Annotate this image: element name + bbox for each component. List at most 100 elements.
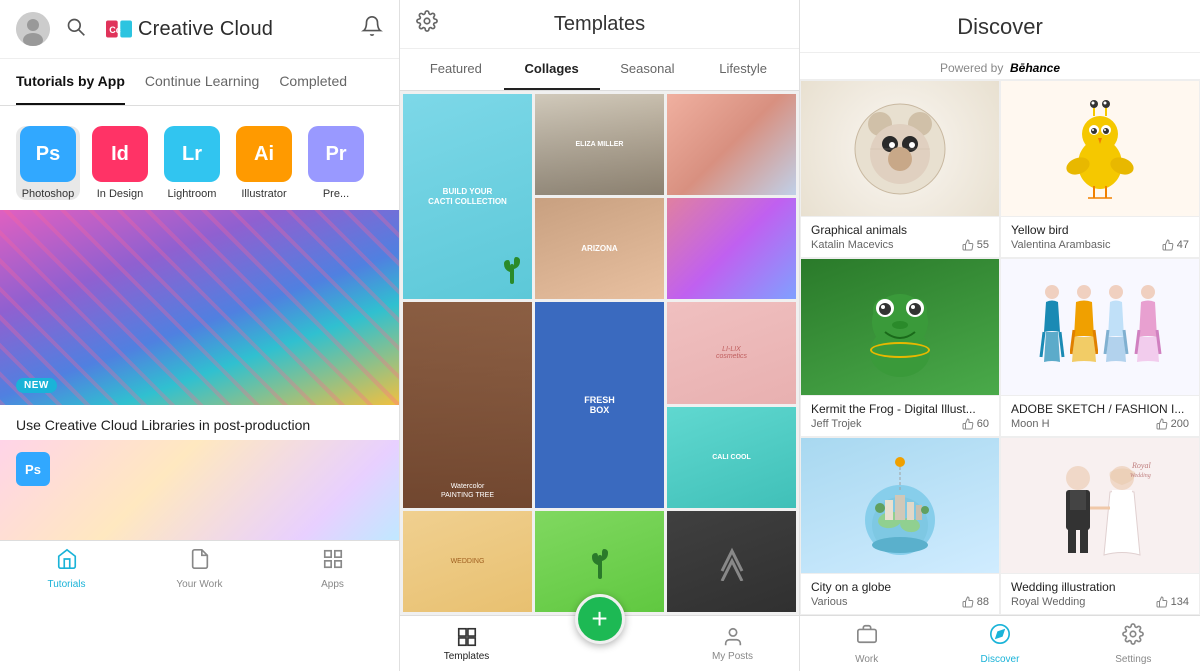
discover-author-1: Katalin Macevics [811,239,894,251]
template-cell-cactus[interactable]: BUILD YOURCACTI COLLECTION [403,94,532,299]
app-title: Creative Cloud [138,18,273,41]
discover-author-5: Various [811,596,847,608]
middle-tabs: Featured Collages Seasonal Lifestyle [400,49,799,91]
like-number-4: 200 [1171,418,1189,430]
tab-seasonal[interactable]: Seasonal [600,49,696,90]
tutorial-card-1[interactable]: NEW Use Creative Cloud Libraries in post… [0,210,399,440]
discover-author-likes-4: Moon H 200 [1011,418,1189,430]
app-premiere[interactable]: Pr Pre... [304,126,368,200]
app-illustrator[interactable]: Ai Illustrator [232,126,296,200]
tutorial-card-2[interactable]: Ps [0,440,399,540]
right-nav-discover[interactable]: Discover [933,616,1066,671]
right-nav-settings[interactable]: Settings [1067,616,1200,671]
tab-lifestyle[interactable]: Lifestyle [695,49,791,90]
template-cell-wedding[interactable]: WEDDING [403,511,532,612]
discover-name-6: Wedding illustration [1011,580,1189,594]
right-nav-work[interactable]: Work [800,616,933,671]
gear-icon[interactable] [416,10,438,38]
tab-continue-learning[interactable]: Continue Learning [145,59,259,105]
app-indesign[interactable]: Id In Design [88,126,152,200]
bird-svg [1050,94,1150,204]
app-icons-row: Ps Photoshop Id In Design Lr Lightroom A… [0,106,399,210]
left-tabs: Tutorials by App Continue Learning Compl… [0,59,399,106]
wedding-overlay: WEDDING [403,511,532,612]
teal-overlay: CALI COOL [667,407,796,508]
work-nav-icon [856,623,878,651]
thumb-up-icon-4 [1156,418,1168,430]
middle-bottom-nav: Templates + My Posts [400,615,799,671]
discover-img-globe [801,438,999,573]
discover-item-3[interactable]: Kermit the Frog - Digital Illust... Jeff… [800,258,1000,436]
template-cell-stripe[interactable] [667,94,796,195]
template-cell-dark-arrows[interactable] [667,511,796,612]
like-number-1: 55 [977,239,989,251]
nav-your-work[interactable]: Your Work [133,541,266,596]
app-photoshop[interactable]: Ps Photoshop [16,126,80,200]
discover-grid: Graphical animals Katalin Macevics 55 [800,80,1200,615]
right-nav-discover-label: Discover [981,654,1020,665]
discover-author-2: Valentina Arambasic [1011,239,1110,251]
fab-add-button[interactable]: + [575,594,625,644]
globe-svg [840,450,960,560]
cactus-svg [502,254,522,284]
fashion-figure-4 [1134,282,1162,372]
discover-title: Discover [957,14,1043,39]
middle-panel: Templates Featured Collages Seasonal Lif… [400,0,800,671]
nav-tutorials-label: Tutorials [48,579,86,590]
template-cell-color2[interactable] [667,198,796,299]
tutorials-icon [56,548,78,570]
fashion-figure-1 [1038,282,1066,372]
tab-featured[interactable]: Featured [408,49,504,90]
discover-meta-4: ADOBE SKETCH / FASHION I... Moon H 200 [1001,395,1199,436]
template-cell-arizona[interactable]: ARIZONA [535,198,664,299]
bell-icon[interactable] [361,15,383,43]
arizona-text: ARIZONA [581,244,617,253]
behance-brand: Bēhance [1010,61,1060,75]
discover-item-1[interactable]: Graphical animals Katalin Macevics 55 [800,80,1000,258]
templates-title: Templates [450,13,749,36]
eyes-overlay: WatercolorPAINTING TREE [403,302,532,507]
blueberries-inner: FRESHBOX [535,302,664,507]
app-lightroom[interactable]: Lr Lightroom [160,126,224,200]
template-cell-model[interactable]: ELIZA MILLER [535,94,664,195]
my-posts-icon [722,626,744,648]
tutorials-nav-icon [56,548,78,576]
discover-name-5: City on a globe [811,580,989,594]
template-cell-eyes[interactable]: WatercolorPAINTING TREE [403,302,532,507]
discover-item-5[interactable]: City on a globe Various 88 [800,437,1000,615]
pink-overlay: LI-LIXcosmetics [667,302,796,403]
templates-nav-icon [456,626,478,648]
template-cell-pink[interactable]: LI-LIXcosmetics [667,302,796,403]
photoshop-badge-small: Ps [16,452,50,486]
tab-tutorials-by-app[interactable]: Tutorials by App [16,59,125,105]
template-cell-teal[interactable]: CALI COOL [667,407,796,508]
kermit-svg [850,272,950,382]
tab-collages[interactable]: Collages [504,49,600,90]
template-cell-blueberries[interactable]: FRESHBOX [535,302,664,507]
powered-by-text: Powered by [940,61,1003,75]
fashion-figure-2 [1070,282,1098,372]
discover-meta-6: Wedding illustration Royal Wedding 134 [1001,573,1199,614]
tutorial-card2-bg [0,440,399,540]
thumb-up-icon-1 [962,239,974,251]
wedding-svg: Royal Wedding [1040,450,1160,560]
premiere-label: Pre... [323,188,349,200]
tab-completed[interactable]: Completed [279,59,347,105]
middle-nav-my-posts[interactable]: My Posts [666,616,799,671]
right-bottom-nav: Work Discover Settings [800,615,1200,671]
templates-grid: BUILD YOURCACTI COLLECTION ELIZA MILLER … [400,91,799,615]
discover-item-6[interactable]: Royal Wedding Wedding illustration Royal… [1000,437,1200,615]
nav-apps[interactable]: Apps [266,541,399,596]
discover-img-wedding: Royal Wedding [1001,438,1199,573]
discover-item-4[interactable]: ADOBE SKETCH / FASHION I... Moon H 200 [1000,258,1200,436]
nav-tutorials[interactable]: Tutorials [0,541,133,596]
globe-inner [801,438,999,573]
right-header: Discover [800,0,1200,53]
middle-nav-templates-label: Templates [444,651,490,662]
discover-author-likes-2: Valentina Arambasic 47 [1011,239,1189,251]
discover-item-2[interactable]: Yellow bird Valentina Arambasic 47 [1000,80,1200,258]
search-icon[interactable] [66,17,86,42]
avatar[interactable] [16,12,50,46]
middle-nav-templates[interactable]: Templates [400,616,533,671]
svg-text:Royal: Royal [1131,461,1151,470]
